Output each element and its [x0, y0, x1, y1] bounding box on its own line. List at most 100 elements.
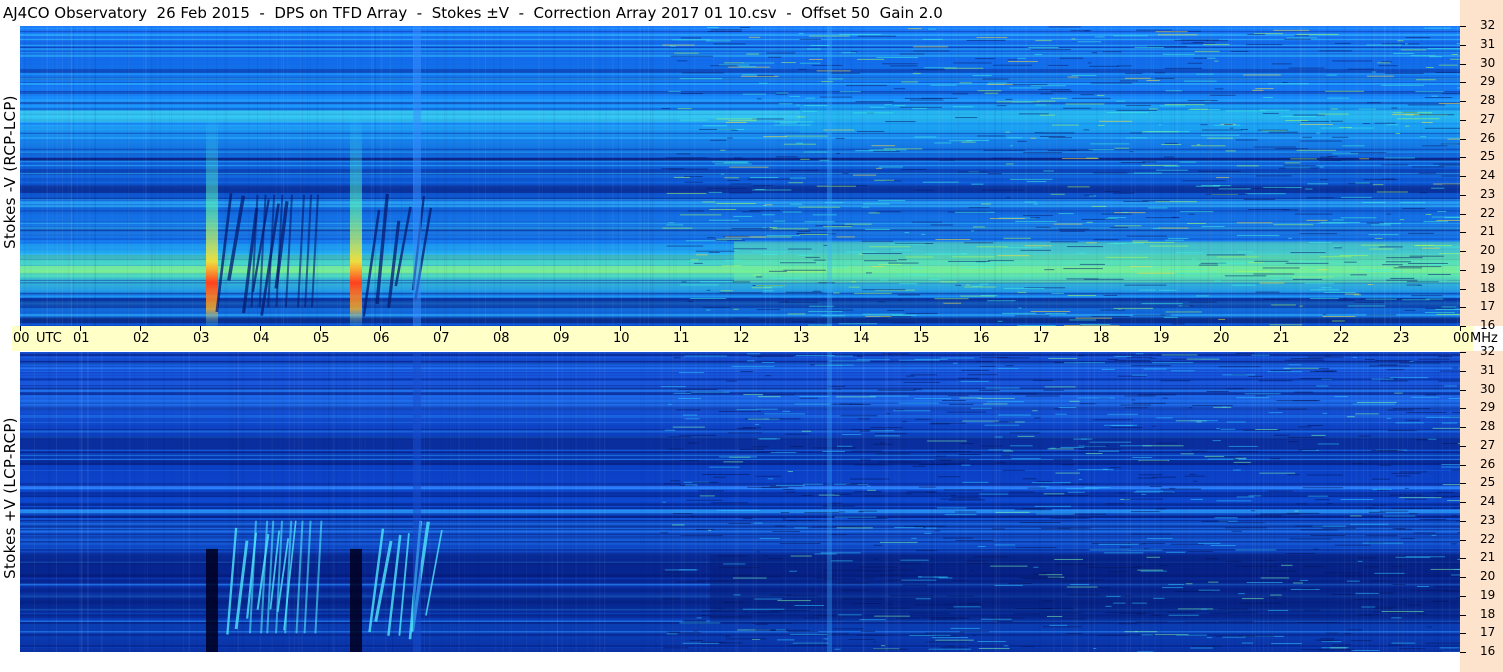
- time-texture-line: [48, 352, 49, 652]
- noise-dash: [1080, 94, 1095, 96]
- time-texture-line: [635, 26, 637, 326]
- time-texture-line: [76, 26, 78, 326]
- noise-dash: [1005, 365, 1014, 367]
- noise-dash: [1017, 57, 1026, 59]
- noise-dash: [1386, 257, 1423, 259]
- noise-dash: [1208, 581, 1219, 583]
- time-texture-line: [864, 352, 865, 652]
- noise-dash: [709, 139, 727, 141]
- noise-dash: [1434, 246, 1460, 248]
- noise-dash: [955, 540, 994, 542]
- time-tick: [1100, 326, 1101, 331]
- noise-dash: [1064, 362, 1106, 364]
- noise-dash: [1196, 144, 1201, 146]
- time-tick-label: 09: [553, 331, 570, 346]
- noise-dash: [740, 26, 750, 28]
- time-tick: [980, 326, 981, 331]
- noise-dash: [1436, 219, 1460, 221]
- noise-dash: [840, 403, 864, 405]
- noise-dash: [747, 360, 755, 362]
- noise-dash: [707, 473, 750, 475]
- noise-dash: [1306, 197, 1334, 199]
- frequency-tick: [1460, 558, 1466, 560]
- time-texture-line: [1108, 352, 1110, 652]
- noise-dash: [1307, 495, 1329, 497]
- time-texture-line: [986, 26, 988, 326]
- noise-dash: [894, 104, 906, 106]
- noise-dash: [1231, 530, 1242, 532]
- frequency-tick: [1460, 138, 1466, 140]
- frequency-band: [20, 298, 1460, 309]
- time-texture-line: [689, 26, 691, 326]
- noise-dash: [1293, 114, 1326, 116]
- noise-dash: [733, 158, 748, 160]
- noise-dash: [1235, 549, 1277, 551]
- time-texture-line: [454, 26, 455, 326]
- time-texture-line: [773, 26, 774, 326]
- noise-dash: [1281, 564, 1293, 566]
- frequency-tick: [1460, 101, 1466, 102]
- noise-dash: [1386, 124, 1399, 126]
- noise-dash: [987, 260, 1014, 262]
- noise-dash: [1162, 397, 1168, 399]
- noise-dash: [857, 58, 885, 60]
- time-texture-line: [1258, 352, 1260, 652]
- noise-dash: [682, 619, 707, 621]
- noise-dash: [1077, 397, 1116, 399]
- time-texture-line: [127, 26, 129, 326]
- noise-dash: [1387, 409, 1414, 411]
- noise-dash: [1282, 597, 1287, 599]
- noise-dash: [1301, 588, 1315, 590]
- frequency-tick: [1460, 352, 1466, 353]
- noise-dash: [681, 281, 687, 283]
- noise-dash: [797, 231, 811, 233]
- time-texture-line: [1117, 352, 1119, 652]
- time-texture-line: [87, 352, 89, 652]
- time-texture-line: [145, 352, 146, 652]
- time-texture-line: [1343, 352, 1345, 652]
- noise-dash: [1213, 406, 1232, 408]
- noise-dash: [1138, 474, 1163, 476]
- noise-dash: [1177, 608, 1214, 610]
- noise-dash: [878, 263, 903, 265]
- time-texture-line: [956, 26, 958, 326]
- noise-dash: [752, 274, 761, 276]
- noise-dash: [846, 84, 887, 86]
- time-texture-line: [1324, 26, 1325, 326]
- noise-dash: [922, 38, 943, 40]
- noise-dash: [1027, 487, 1047, 489]
- noise-dash: [700, 614, 711, 616]
- time-texture-line: [1087, 352, 1089, 652]
- time-texture-line: [1183, 352, 1185, 652]
- time-texture-line: [314, 352, 316, 652]
- noise-dash: [1069, 319, 1097, 321]
- noise-dash: [729, 192, 753, 194]
- time-texture-line: [778, 26, 779, 326]
- frequency-tick-label: 30: [1480, 55, 1496, 70]
- noise-dash: [1434, 586, 1460, 588]
- noise-dash: [1411, 295, 1443, 297]
- time-texture-line: [1011, 26, 1013, 326]
- frequency-stripe: [20, 200, 1460, 201]
- noise-dash: [1218, 366, 1261, 368]
- noise-dash: [1154, 72, 1166, 74]
- time-texture-line: [553, 26, 555, 326]
- time-texture-line: [464, 352, 465, 652]
- noise-dash: [702, 125, 727, 127]
- frequency-stripe: [20, 84, 1460, 87]
- time-texture-line: [526, 352, 528, 652]
- frequency-tick: [1460, 614, 1466, 616]
- time-texture-line: [1397, 352, 1399, 652]
- frequency-stripe: [20, 59, 1460, 61]
- noise-dash: [668, 90, 681, 92]
- noise-dash: [940, 498, 983, 500]
- noise-dash: [1409, 255, 1444, 257]
- time-texture-line: [784, 26, 786, 326]
- time-texture-line: [458, 352, 460, 652]
- noise-dash: [1362, 542, 1404, 544]
- noise-dash: [1392, 112, 1432, 114]
- time-texture-line: [322, 352, 324, 652]
- noise-dash: [918, 486, 937, 488]
- time-texture-line: [837, 26, 839, 326]
- noise-dash: [1047, 150, 1077, 152]
